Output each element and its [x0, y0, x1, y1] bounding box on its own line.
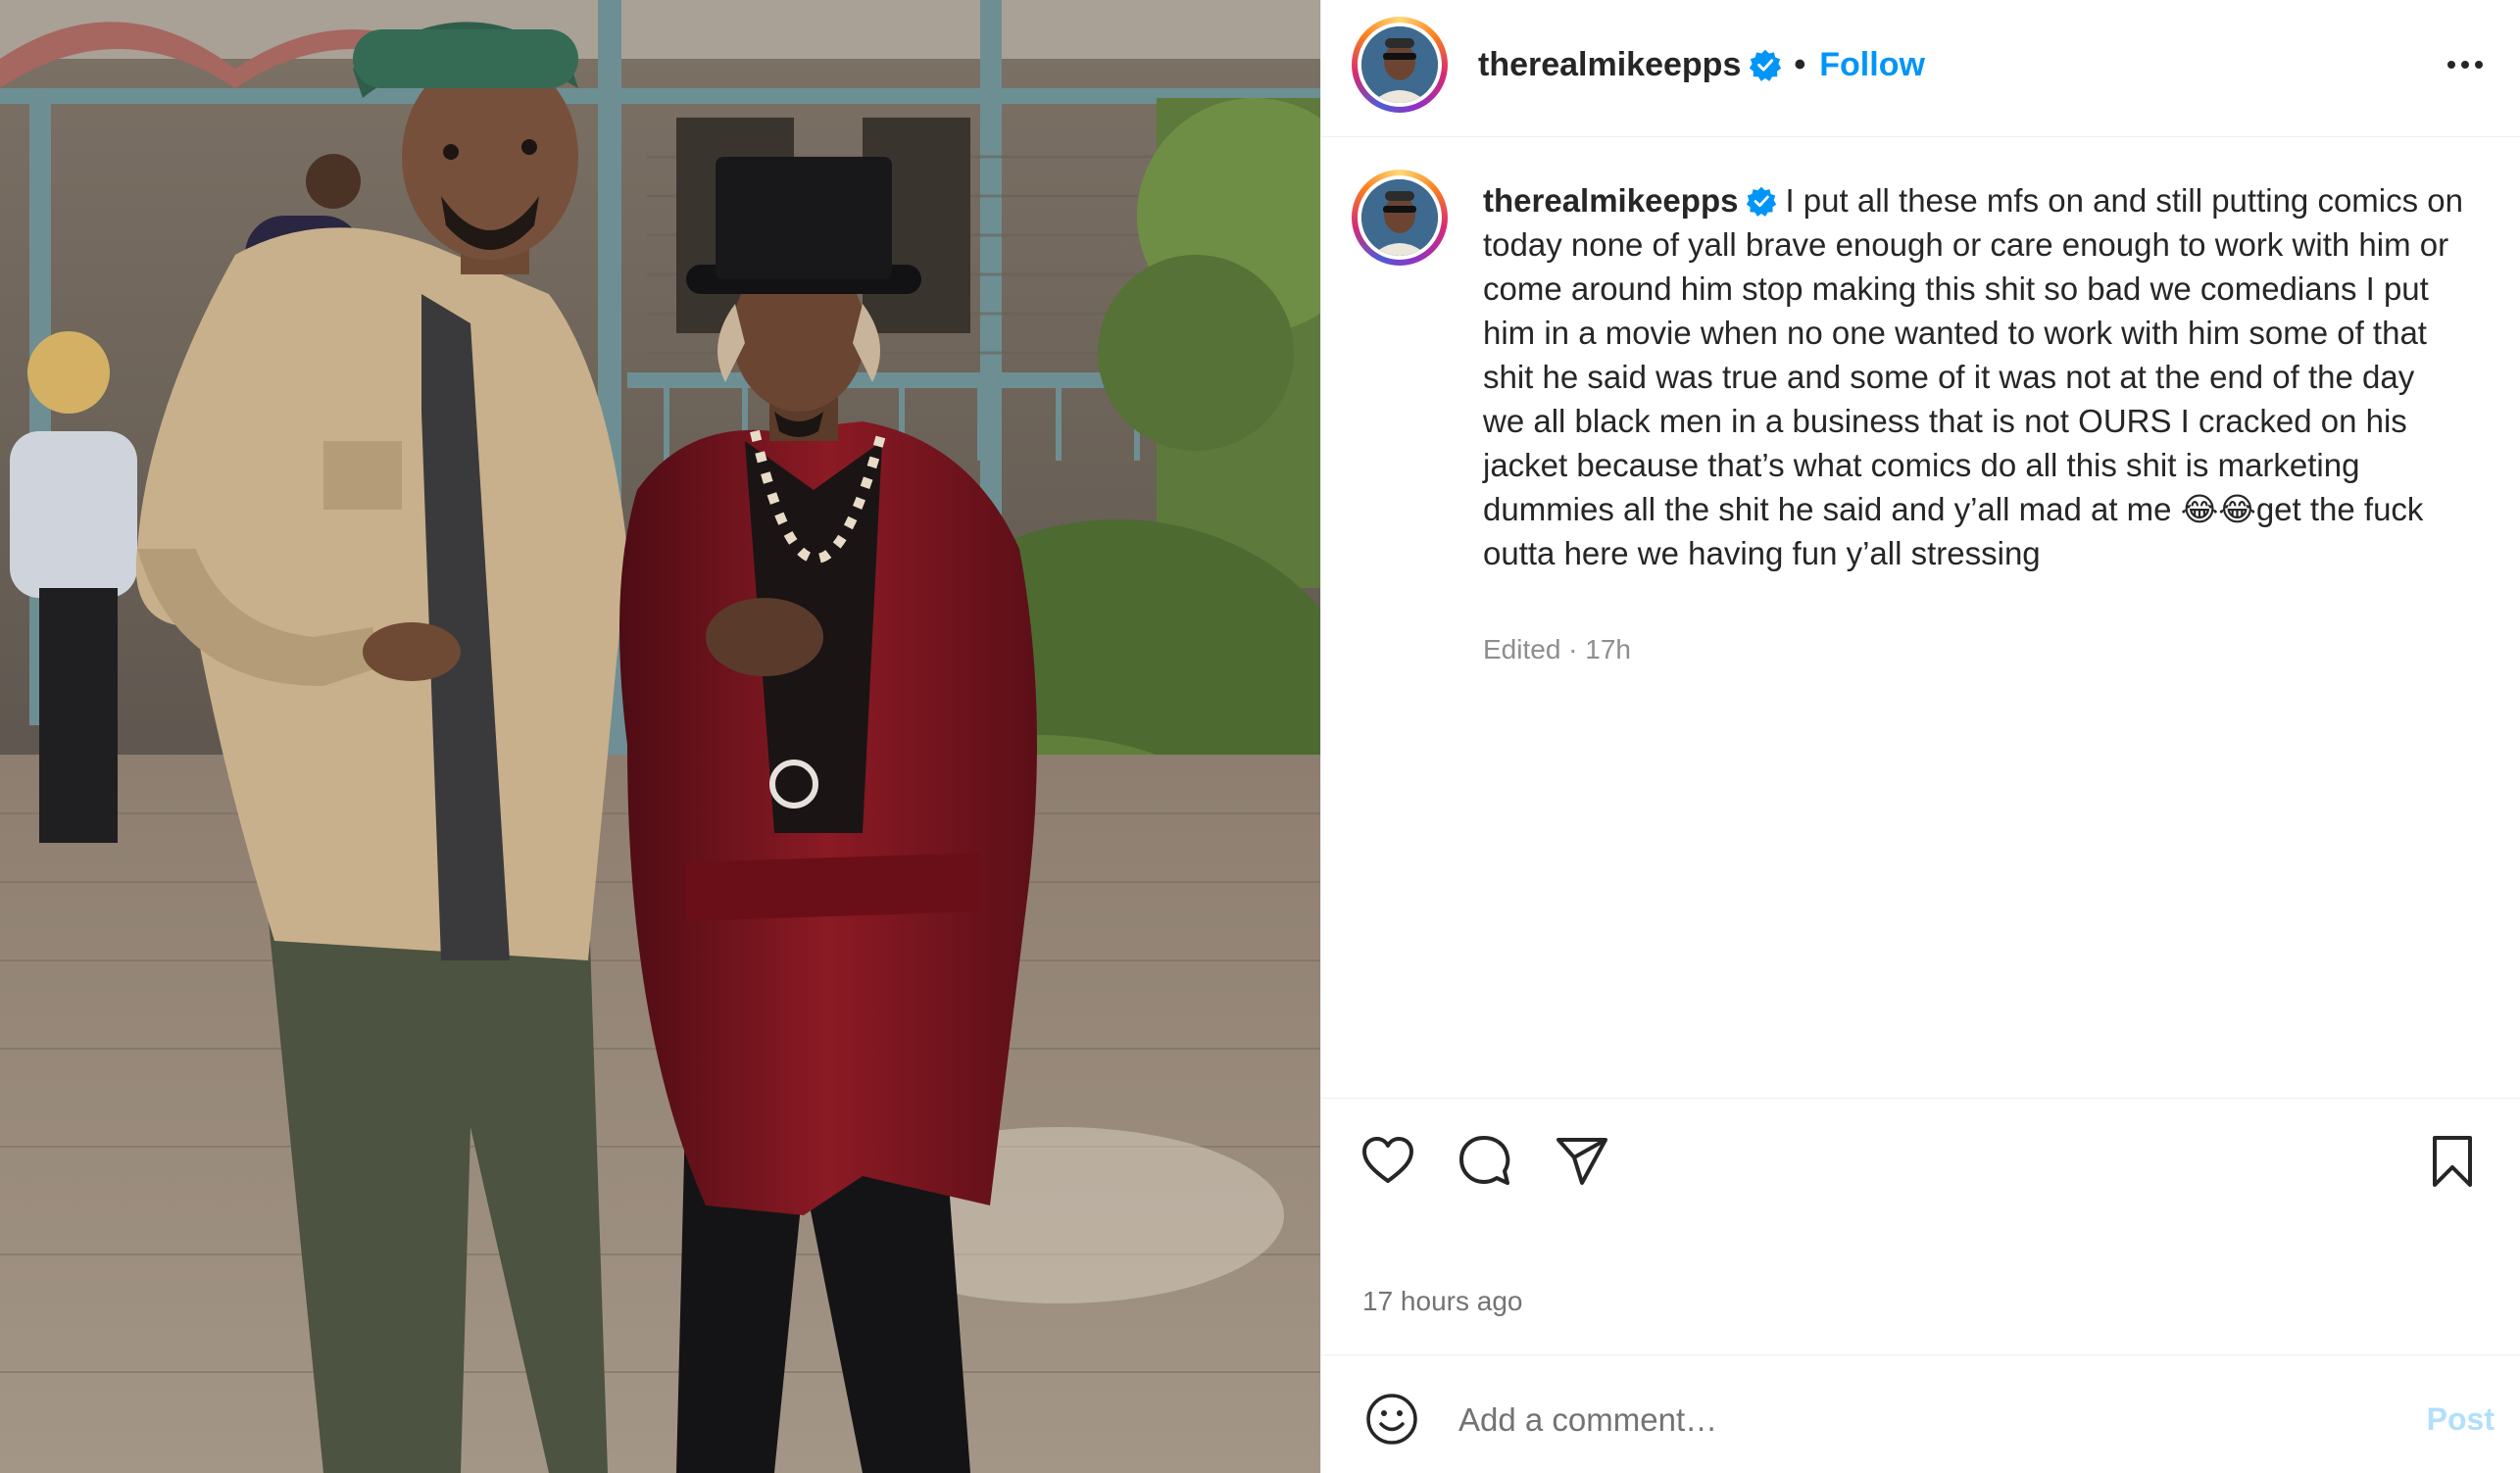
avatar-photo: [1361, 26, 1438, 103]
heart-icon[interactable]: [1359, 1132, 1417, 1191]
caption-edited-timestamp: Edited · 17h: [1483, 634, 1631, 664]
post-details-panel: therealmikeepps • Follow therealmikeepps…: [1320, 0, 2520, 1473]
header-separator: •: [1794, 46, 1806, 83]
emoji-picker-icon[interactable]: [1362, 1390, 1421, 1448]
comment-input[interactable]: [1457, 1392, 2343, 1448]
instagram-post-view: therealmikeepps • Follow therealmikeepps…: [0, 0, 2520, 1473]
verified-badge-icon: [1750, 49, 1782, 81]
post-photo[interactable]: [0, 0, 1320, 1473]
comment-icon[interactable]: [1455, 1132, 1513, 1191]
send-icon[interactable]: [1553, 1132, 1611, 1191]
header-avatar[interactable]: [1352, 17, 1448, 113]
header-username[interactable]: therealmikeepps: [1478, 46, 1741, 83]
post-photo-illustration: [0, 0, 1320, 1473]
avatar-photo: [1361, 179, 1438, 256]
caption-avatar[interactable]: [1352, 170, 1448, 266]
laughing-emoji-icon: 😂: [2218, 491, 2256, 527]
laughing-emoji-icon: 😂: [2180, 491, 2219, 527]
more-horizontal-icon[interactable]: [2444, 43, 2487, 86]
caption-text-part-1: I put all these mfs on and still putting…: [1483, 182, 2463, 527]
post-time-ago[interactable]: 17 hours ago: [1362, 1286, 1522, 1317]
bookmark-icon[interactable]: [2423, 1132, 2482, 1191]
verified-badge-icon: [1747, 186, 1777, 217]
post-caption: therealmikeepps I put all these mfs on a…: [1483, 178, 2463, 575]
caption-username[interactable]: therealmikeepps: [1483, 182, 1738, 219]
post-comment-button[interactable]: Post: [2427, 1401, 2495, 1438]
header-user-line: therealmikeepps • Follow: [1478, 43, 1925, 86]
follow-button[interactable]: Follow: [1819, 46, 1925, 83]
